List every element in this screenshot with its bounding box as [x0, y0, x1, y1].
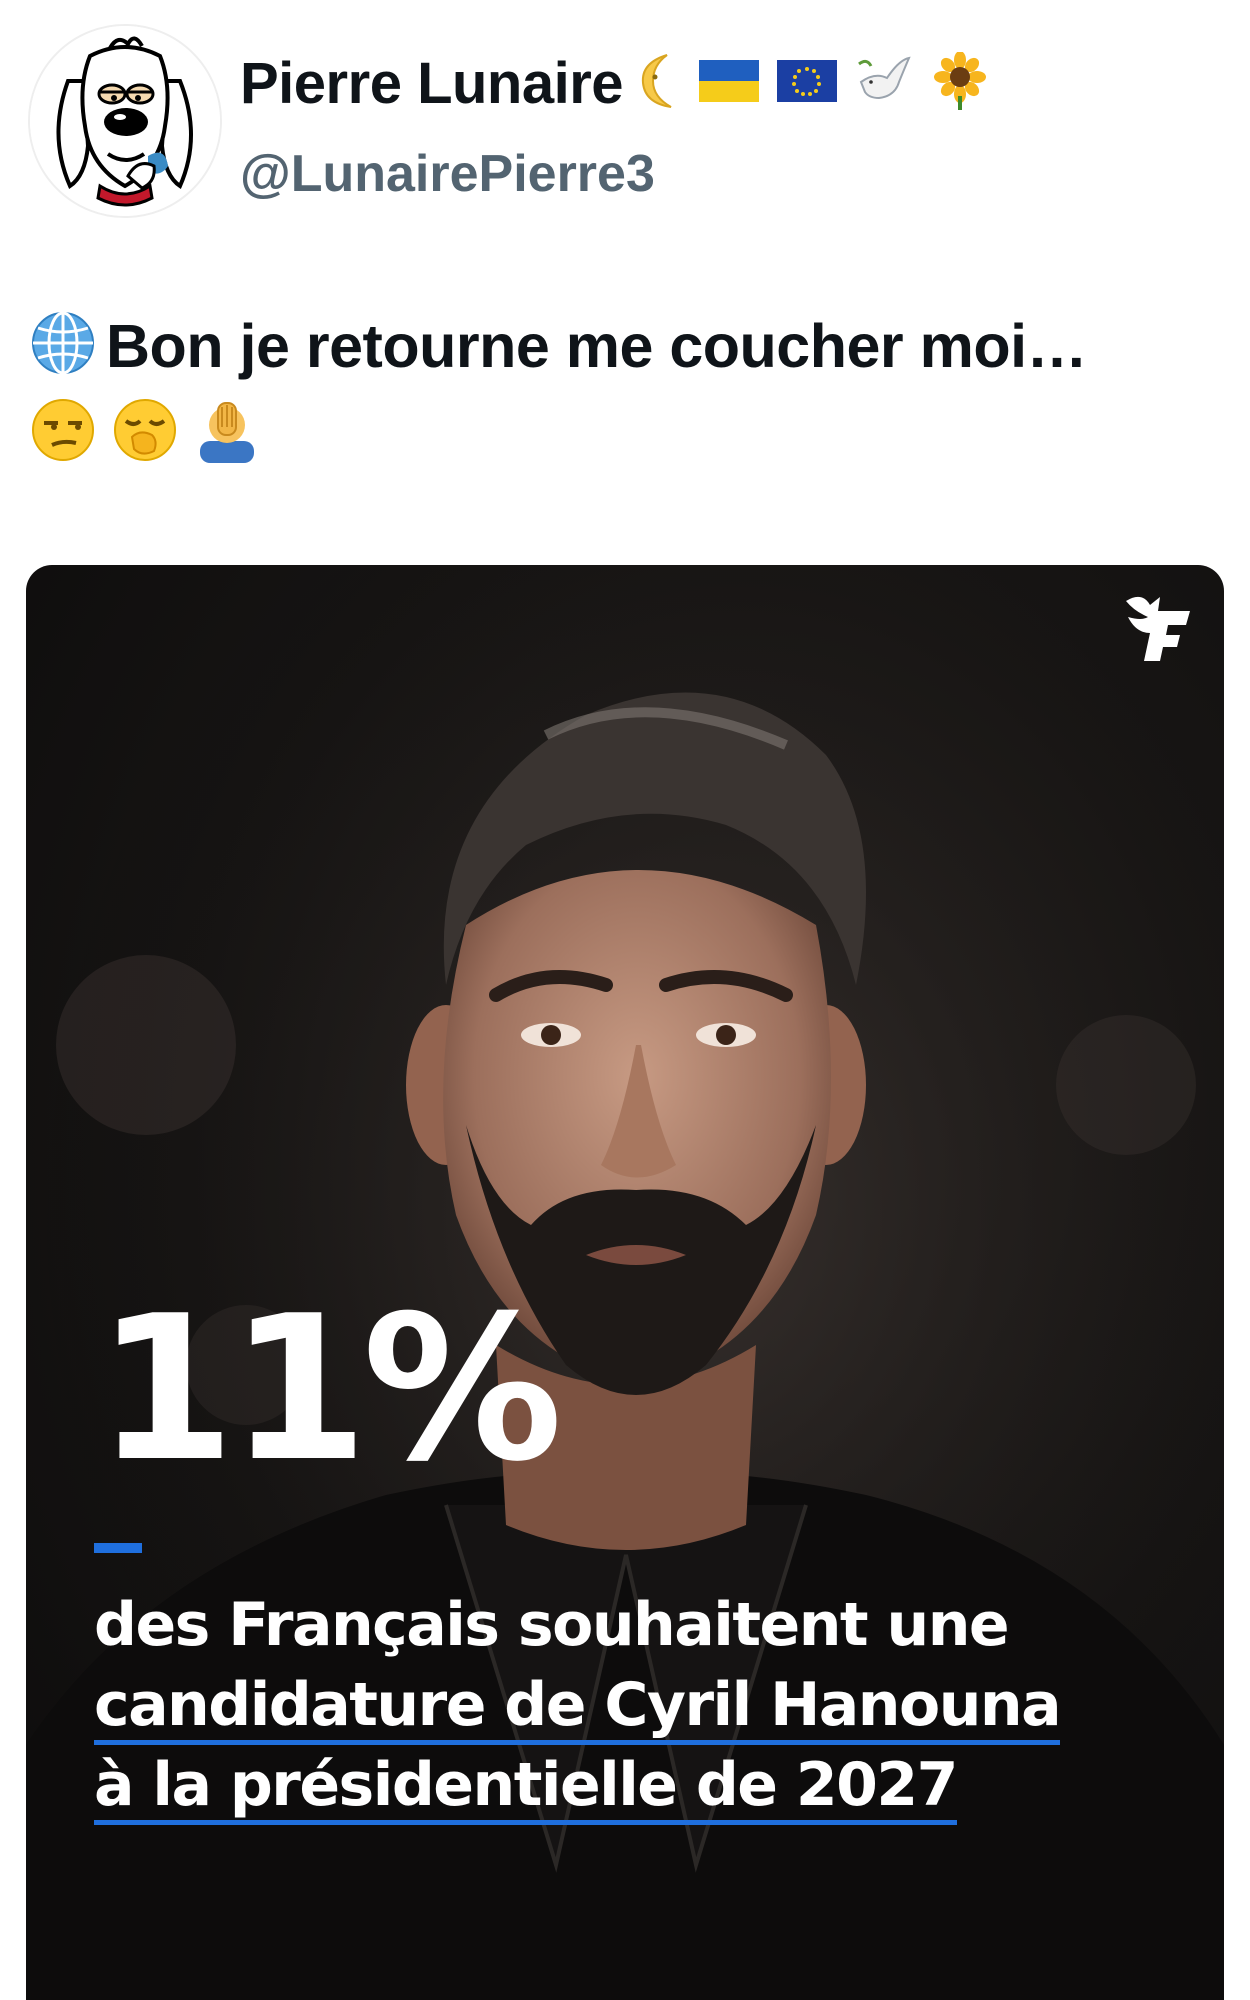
le-figaro-logo-icon: [1120, 587, 1200, 667]
tweet-body: Bon je retourne me coucher moi…: [106, 311, 1088, 380]
poll-caption: des Français souhaitent une candidature …: [94, 1585, 1094, 1825]
name-emojis: [637, 50, 989, 116]
avatar[interactable]: [28, 24, 222, 218]
eu-flag-icon: [777, 59, 838, 107]
name-row: Pierre Lunaire: [240, 38, 989, 128]
poll-percentage: 11%: [96, 1273, 563, 1506]
display-name[interactable]: Pierre Lunaire: [240, 50, 624, 117]
caption-line-2: candidature de Cyril Hanouna: [94, 1670, 1062, 1745]
tweet-text: Bon je retourne me coucher moi…: [30, 310, 1220, 468]
caption-line-3: à la présidentielle de 2027: [94, 1750, 958, 1825]
caption-line-1: des Français souhaitent une: [94, 1590, 1010, 1660]
globe-icon: [30, 310, 96, 381]
moon-face-icon: [637, 51, 681, 116]
facepalm-icon: [194, 397, 260, 468]
user-handle[interactable]: @LunairePierre3: [240, 144, 655, 204]
yawning-face-icon: [112, 397, 178, 468]
sunflower-icon: [931, 50, 989, 115]
dove-icon: [855, 52, 913, 115]
tweet: Pierre Lunaire @LunairePierre3 Bon je re…: [0, 0, 1250, 2000]
media-image[interactable]: 11% des Français souhaitent une candidat…: [26, 565, 1224, 2000]
ukraine-flag-icon: [699, 59, 760, 107]
accent-dash: [94, 1543, 142, 1553]
tweet-header: Pierre Lunaire @LunairePierre3: [28, 24, 1228, 224]
trailing-emojis: [30, 397, 1220, 468]
unamused-face-icon: [30, 397, 96, 468]
